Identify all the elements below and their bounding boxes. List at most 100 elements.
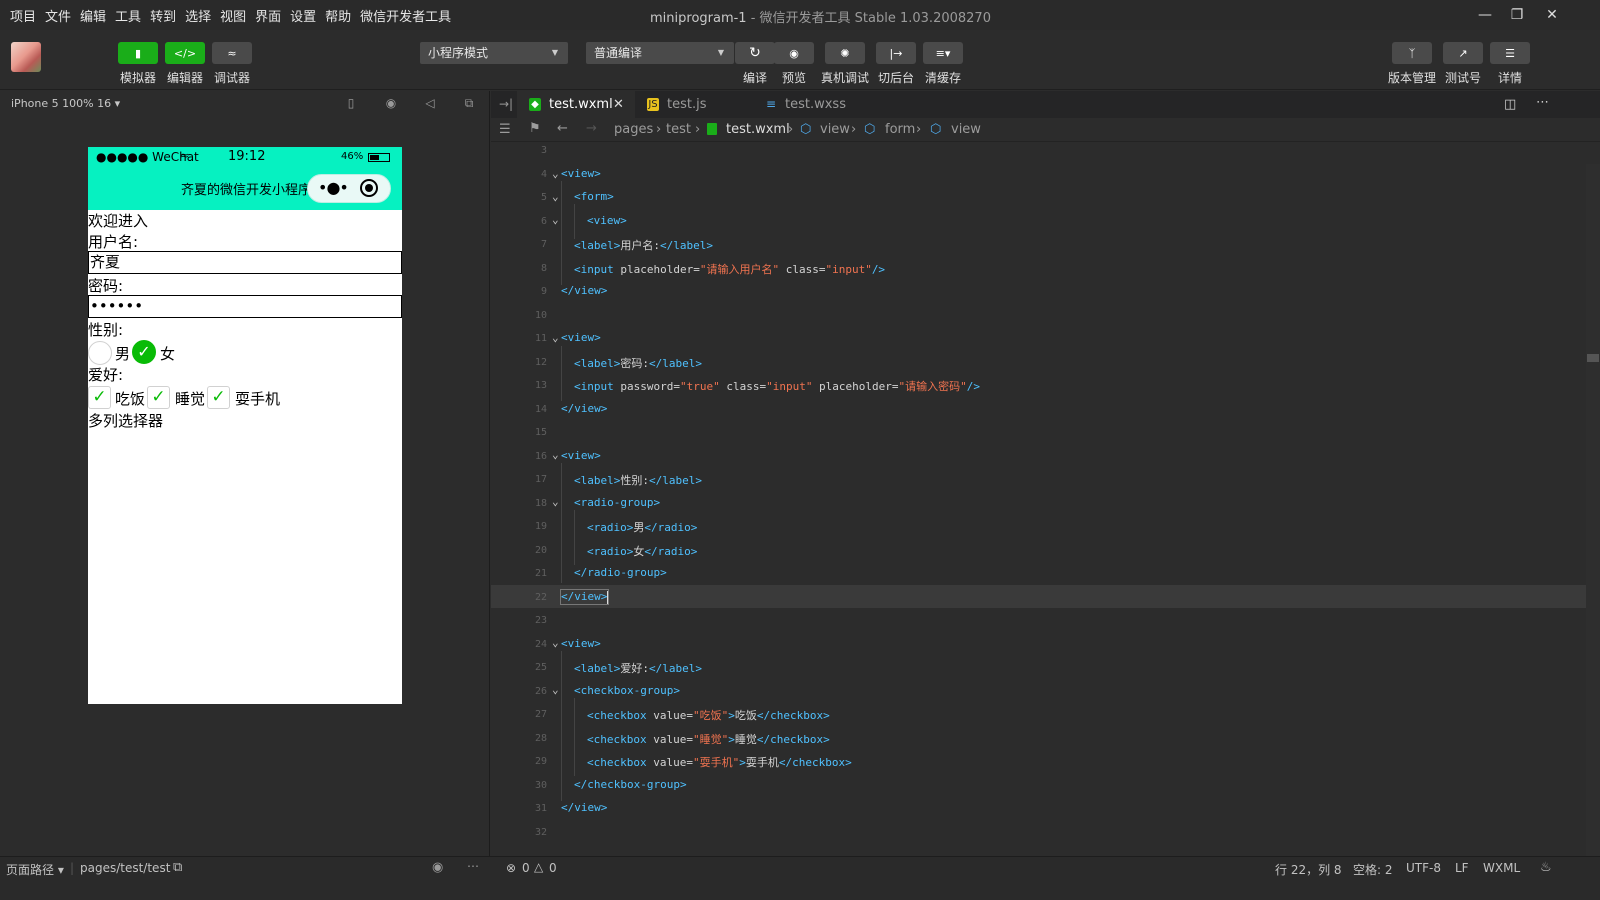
- checkbox-eat[interactable]: ✓: [88, 386, 111, 409]
- fold-icon[interactable]: ⌄: [552, 167, 559, 180]
- compile-mode-value: 普通编译: [594, 46, 643, 60]
- page-path-dropdown[interactable]: 页面路径 ▾: [6, 861, 64, 878]
- menu-interface[interactable]: 界面: [255, 6, 281, 25]
- menu-view[interactable]: 视图: [220, 6, 246, 25]
- encoding[interactable]: UTF-8: [1406, 861, 1441, 875]
- fold-icon[interactable]: ⌄: [552, 636, 559, 649]
- volume-icon[interactable]: ◁: [423, 96, 437, 110]
- tab-test-wxss[interactable]: ≡ test.wxss: [753, 91, 871, 118]
- compile-mode-select[interactable]: 普通编译 ▼: [586, 42, 734, 64]
- xml-tag: </checkbox>: [756, 733, 830, 746]
- code-line: <view>: [561, 637, 601, 650]
- fold-icon[interactable]: ⌄: [552, 683, 559, 696]
- warning-count[interactable]: 0: [549, 861, 557, 875]
- split-editor-icon[interactable]: ◫: [1504, 97, 1516, 112]
- mode-select[interactable]: 小程序模式 ▼: [420, 42, 568, 64]
- crumb-view[interactable]: view: [820, 122, 850, 137]
- editor-toggle-button[interactable]: </>: [165, 42, 205, 64]
- crumb-test[interactable]: test: [666, 122, 691, 137]
- username-input[interactable]: 齐夏: [88, 251, 402, 274]
- restore-icon[interactable]: ❐: [1507, 5, 1527, 25]
- details-button[interactable]: ☰: [1490, 42, 1530, 64]
- bookmark-icon[interactable]: ⚑: [529, 121, 541, 136]
- minimize-icon[interactable]: —: [1475, 5, 1495, 25]
- crumb-file[interactable]: test.wxml: [726, 122, 790, 137]
- debugger-toggle-button[interactable]: ≈: [212, 42, 252, 64]
- clear-cache-button[interactable]: ≡▾: [923, 42, 963, 64]
- phone-icon[interactable]: ▯: [344, 96, 358, 110]
- back-icon[interactable]: ←: [557, 121, 568, 136]
- record-icon[interactable]: ◉: [384, 96, 398, 110]
- radio-male[interactable]: [88, 341, 112, 365]
- version-button[interactable]: ᛉ: [1392, 42, 1432, 64]
- device-select[interactable]: iPhone 5 100% 16 ▾: [11, 97, 120, 110]
- code-editor[interactable]: 3 4 5 6 7 8 9 10 11 12 13 14 15 16 17 18 19 20 21 22 23 24 25 2…: [491, 142, 1600, 856]
- more-icon[interactable]: •●•: [318, 178, 349, 197]
- menu-file[interactable]: 文件: [45, 6, 71, 25]
- copy-icon[interactable]: ⧉: [173, 860, 182, 875]
- close-mini-program-icon[interactable]: [360, 179, 378, 197]
- line-ending[interactable]: LF: [1455, 861, 1469, 875]
- multi-picker-label[interactable]: 多列选择器: [88, 411, 402, 431]
- menu-goto[interactable]: 转到: [150, 6, 176, 25]
- editor-scrollbar[interactable]: [1586, 164, 1600, 856]
- remote-debug-button[interactable]: ✺: [825, 42, 865, 64]
- tab-test-wxml[interactable]: ◆ test.wxml ✕: [517, 91, 635, 118]
- menu-edit[interactable]: 编辑: [80, 6, 106, 25]
- text-node: 睡觉: [734, 733, 757, 746]
- error-count[interactable]: 0: [522, 861, 530, 875]
- menu-wechat-devtools[interactable]: 微信开发者工具: [360, 6, 451, 25]
- menu-tools[interactable]: 工具: [115, 6, 141, 25]
- xml-tag: </view>: [561, 402, 608, 415]
- chevron-right-icon: ›: [656, 122, 662, 137]
- fold-icon[interactable]: ⌄: [552, 213, 559, 226]
- checkbox-phone[interactable]: ✓: [207, 386, 230, 409]
- fold-icon[interactable]: ⌄: [552, 331, 559, 344]
- language-mode[interactable]: WXML: [1483, 861, 1520, 875]
- crumb-pages[interactable]: pages: [614, 122, 653, 137]
- fold-icon[interactable]: ⌄: [552, 448, 559, 461]
- crumb-form[interactable]: form: [885, 122, 915, 137]
- line-number: 25: [534, 662, 547, 673]
- xml-tag: </view>: [561, 590, 608, 603]
- cursor-position[interactable]: 行 22，列 8: [1275, 861, 1342, 878]
- error-icon[interactable]: ⊗: [506, 861, 516, 875]
- notification-bell-icon[interactable]: ♨: [1540, 860, 1552, 875]
- crumb-view-inner[interactable]: view: [951, 122, 981, 137]
- more-icon[interactable]: ⋯: [467, 859, 479, 873]
- menu-project[interactable]: 项目: [10, 6, 36, 25]
- xml-tag: <radio>: [587, 545, 634, 558]
- compile-button[interactable]: ↻: [735, 42, 775, 64]
- menu-select[interactable]: 选择: [185, 6, 211, 25]
- password-input[interactable]: ••••••: [88, 295, 402, 318]
- warning-icon[interactable]: △: [534, 860, 543, 874]
- close-tab-icon[interactable]: ✕: [613, 91, 624, 118]
- tab-test-js[interactable]: JS test.js: [635, 91, 753, 118]
- background-button[interactable]: |→: [876, 42, 916, 64]
- outline-icon[interactable]: ☰: [499, 122, 511, 137]
- avatar[interactable]: [11, 42, 41, 72]
- more-actions-icon[interactable]: ⋯: [1536, 95, 1549, 110]
- close-icon[interactable]: ✕: [1542, 5, 1562, 25]
- xml-tag: </label>: [648, 662, 702, 675]
- battery-percent: 46%: [341, 151, 364, 162]
- checkbox-sleep[interactable]: ✓: [147, 386, 170, 409]
- eye-icon[interactable]: ◉: [432, 860, 443, 875]
- scrollbar-thumb[interactable]: [1587, 354, 1599, 362]
- menu-settings[interactable]: 设置: [290, 6, 316, 25]
- collapse-sidebar-icon[interactable]: →|: [499, 97, 513, 111]
- test-account-button[interactable]: ↗: [1443, 42, 1483, 64]
- check-icon: ✓: [151, 387, 166, 407]
- fold-icon[interactable]: ⌄: [552, 495, 559, 508]
- xml-tag: <label>: [574, 662, 621, 675]
- preview-button[interactable]: ◉: [774, 42, 814, 64]
- attr-name: class=: [719, 380, 767, 393]
- indentation[interactable]: 空格: 2: [1353, 861, 1393, 878]
- popout-icon[interactable]: ⧉: [462, 96, 476, 110]
- simulator-toggle-button[interactable]: ▮: [118, 42, 158, 64]
- fold-icon[interactable]: ⌄: [552, 190, 559, 203]
- forward-icon[interactable]: →: [586, 121, 597, 136]
- menu-help[interactable]: 帮助: [325, 6, 351, 25]
- nav-title: 齐夏的微信开发小程序: [181, 183, 312, 198]
- radio-female[interactable]: ✓: [132, 340, 156, 364]
